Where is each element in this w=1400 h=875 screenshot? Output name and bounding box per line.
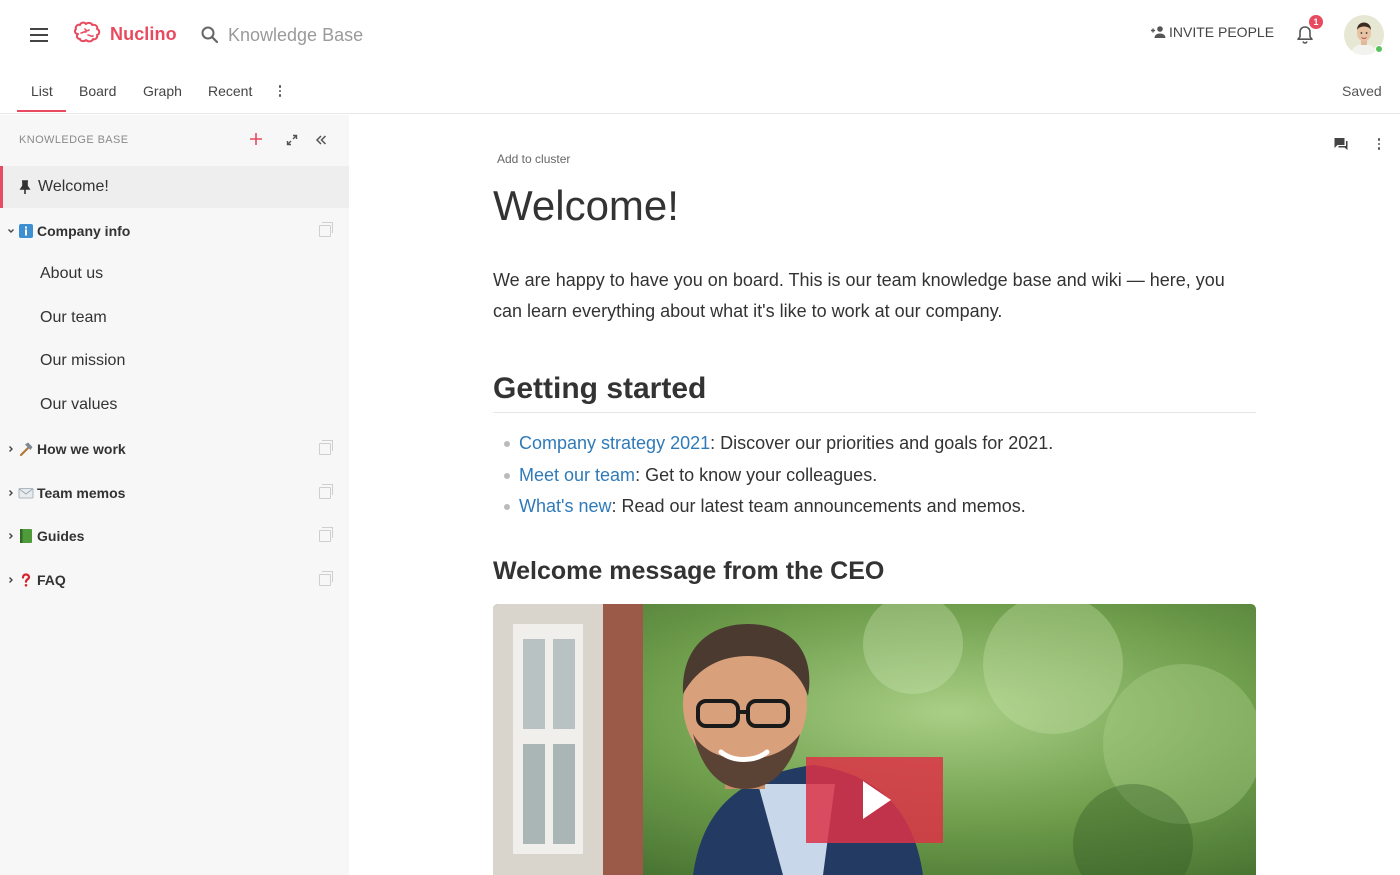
- chevron-right-icon[interactable]: [6, 531, 16, 541]
- copy-icon[interactable]: [319, 440, 333, 455]
- copy-icon[interactable]: [319, 571, 333, 586]
- sidebar-item-faq[interactable]: FAQ: [0, 559, 349, 601]
- sidebar-item-about-us[interactable]: About us: [0, 253, 349, 295]
- view-tabs: List Board Graph Recent Saved: [0, 70, 1400, 114]
- sidebar-item-label: Our mission: [40, 352, 126, 369]
- copy-icon[interactable]: [319, 527, 333, 542]
- ceo-message-heading[interactable]: Welcome message from the CEO: [493, 557, 884, 586]
- search-icon: [201, 26, 219, 44]
- document-title[interactable]: Welcome!: [493, 182, 679, 230]
- sidebar-item-team-memos[interactable]: Team memos: [0, 472, 349, 514]
- sidebar-item-company-info[interactable]: Company info: [0, 210, 349, 252]
- sidebar-item-how-we-work[interactable]: How we work: [0, 428, 349, 470]
- chevron-right-icon[interactable]: [6, 444, 16, 454]
- info-icon: [19, 224, 33, 238]
- play-icon: [863, 781, 891, 819]
- brand-logo[interactable]: Nuclino: [72, 21, 177, 47]
- list-item: What's new: Read our latest team announc…: [500, 491, 1053, 523]
- active-tab-indicator: [17, 110, 66, 112]
- sidebar-item-label: Company info: [37, 223, 131, 239]
- invite-label: INVITE PEOPLE: [1169, 24, 1275, 40]
- copy-icon[interactable]: [319, 222, 333, 237]
- list-item: Meet our team: Get to know your colleagu…: [500, 460, 1053, 492]
- chevron-right-icon[interactable]: [6, 575, 16, 585]
- add-person-icon: [1151, 26, 1166, 38]
- sidebar-item-our-values[interactable]: Our values: [0, 384, 349, 426]
- play-button[interactable]: [806, 757, 943, 843]
- collapse-sidebar-icon[interactable]: [314, 133, 328, 147]
- sidebar-item-label: Team memos: [37, 485, 126, 501]
- sidebar: KNOWLEDGE BASE Welcome! Company info Abo…: [0, 115, 349, 875]
- list-item-text: : Discover our priorities and goals for …: [710, 433, 1054, 453]
- list-item-text: : Get to know your colleagues.: [635, 464, 878, 485]
- getting-started-heading[interactable]: Getting started: [493, 372, 1256, 413]
- search-box[interactable]: Knowledge Base: [200, 20, 500, 50]
- sidebar-item-our-mission[interactable]: Our mission: [0, 340, 349, 382]
- list-item: Company strategy 2021: Discover our prio…: [500, 428, 1053, 460]
- company-strategy-link[interactable]: Company strategy 2021: [519, 433, 710, 453]
- pin-icon: [19, 180, 31, 194]
- menu-icon[interactable]: [26, 22, 52, 48]
- top-bar: Nuclino Knowledge Base INVITE PEOPLE 1: [0, 0, 1400, 70]
- sidebar-header: KNOWLEDGE BASE: [19, 134, 129, 146]
- meet-our-team-link[interactable]: Meet our team: [519, 465, 635, 485]
- sidebar-item-our-team[interactable]: Our team: [0, 297, 349, 339]
- invite-people-button[interactable]: INVITE PEOPLE: [1150, 24, 1274, 40]
- hammer-icon: [19, 442, 33, 457]
- comment-icon[interactable]: [1333, 136, 1349, 152]
- whats-new-link[interactable]: What's new: [519, 496, 611, 516]
- save-status: Saved: [1342, 83, 1382, 99]
- tab-graph[interactable]: Graph: [143, 83, 182, 99]
- question-icon: [21, 573, 31, 587]
- tab-board[interactable]: Board: [79, 83, 116, 99]
- notification-badge: 1: [1309, 15, 1323, 29]
- copy-icon[interactable]: [319, 484, 333, 499]
- intro-paragraph[interactable]: We are happy to have you on board. This …: [493, 265, 1253, 327]
- brain-icon: [73, 21, 101, 43]
- book-icon: [20, 529, 32, 543]
- chevron-down-icon[interactable]: [6, 226, 16, 236]
- sidebar-item-label: FAQ: [37, 572, 66, 588]
- sidebar-item-welcome[interactable]: Welcome!: [0, 166, 349, 208]
- sidebar-item-label: Guides: [37, 528, 85, 544]
- sidebar-item-label: How we work: [37, 441, 126, 457]
- brand-name: Nuclino: [110, 23, 177, 44]
- sidebar-item-guides[interactable]: Guides: [0, 515, 349, 557]
- sidebar-item-label: About us: [40, 265, 104, 282]
- sidebar-item-label: Our values: [40, 396, 118, 413]
- add-to-cluster-link[interactable]: Add to cluster: [497, 152, 570, 166]
- document-more-icon[interactable]: [1375, 136, 1383, 152]
- chevron-right-icon[interactable]: [6, 488, 16, 498]
- list-item-text: : Read our latest team announcements and…: [611, 496, 1026, 516]
- online-status-dot: [1375, 45, 1383, 53]
- tab-recent[interactable]: Recent: [208, 83, 252, 99]
- add-item-icon[interactable]: [248, 131, 264, 147]
- getting-started-list: Company strategy 2021: Discover our prio…: [500, 428, 1053, 523]
- sidebar-item-label: Welcome!: [38, 178, 109, 195]
- sidebar-item-label: Our team: [40, 309, 107, 326]
- tab-list[interactable]: List: [31, 83, 53, 99]
- envelope-icon: [18, 488, 34, 499]
- search-input[interactable]: Knowledge Base: [228, 25, 363, 46]
- more-tabs-icon[interactable]: [276, 83, 284, 99]
- expand-icon[interactable]: [285, 133, 299, 147]
